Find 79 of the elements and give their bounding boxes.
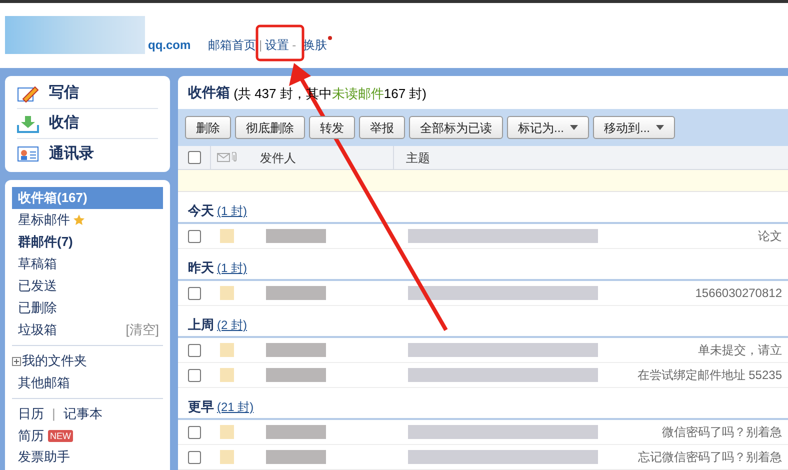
separator: | <box>52 405 56 424</box>
blurred-block <box>266 286 326 300</box>
folder-item[interactable]: 垃圾箱 [清空] <box>12 319 163 341</box>
blurred-block <box>266 450 326 464</box>
contact-card-icon <box>17 145 39 163</box>
column-header[interactable]: 发件人 <box>246 146 394 170</box>
toolbar-button[interactable]: 移动到... <box>593 116 676 140</box>
checkbox[interactable] <box>188 151 200 164</box>
separator: - <box>292 37 296 54</box>
logo-text: qq.com <box>148 37 191 54</box>
action-button[interactable]: 写信 <box>17 79 158 109</box>
blurred-block <box>266 229 326 243</box>
toolbar-button[interactable]: 彻底删除 <box>235 116 305 140</box>
group-title: 上周 <box>188 316 214 334</box>
column-header[interactable]: 主题 <box>394 148 430 167</box>
checkbox[interactable] <box>188 426 200 438</box>
blurred-block <box>220 450 234 464</box>
new-badge: NEW <box>48 430 73 442</box>
blurred-block <box>266 425 326 439</box>
expand-icon[interactable] <box>12 356 21 366</box>
folder-item[interactable]: 草稿箱 <box>12 253 163 275</box>
paperclip-icon <box>232 152 238 164</box>
mail-subject: 单未提交，请立 <box>698 342 783 359</box>
header-link[interactable]: 换肤 <box>303 36 328 54</box>
mail-subject: 1566030270812 <box>695 285 783 302</box>
mail-row[interactable]: 1566030270812 <box>178 281 788 306</box>
mail-row[interactable]: 忘记微信密码了吗？别着急 <box>178 445 788 470</box>
folder-item[interactable]: 其他邮箱 <box>12 372 163 394</box>
mail-subject: 忘记微信密码了吗？别着急 <box>638 449 783 466</box>
group-count-link[interactable]: (2 封) <box>217 316 247 334</box>
pencil-icon <box>17 84 39 102</box>
toolbar-button[interactable]: 删除 <box>185 116 231 140</box>
mail-subject: 在尝试绑定邮件地址 55235 <box>637 367 783 384</box>
blurred-block <box>266 343 326 357</box>
checkbox[interactable] <box>188 450 200 464</box>
folder-item[interactable]: 已删除 <box>12 297 163 319</box>
blurred-block <box>220 368 234 382</box>
mail-subject: 微信密码了吗？别着急 <box>662 424 783 441</box>
folder-item[interactable]: 已发送 <box>12 275 163 297</box>
group-title: 昨天 <box>188 258 214 276</box>
toolbar-button[interactable]: 举报 <box>359 116 405 140</box>
checkbox[interactable] <box>188 368 200 382</box>
envelope-icon <box>217 153 230 162</box>
group-count-link[interactable]: (1 封) <box>217 259 247 277</box>
group-count-link[interactable]: (21 封) <box>217 398 254 416</box>
header-link[interactable]: 邮箱首页 <box>208 36 256 54</box>
annotation-box <box>256 24 304 62</box>
group-count-link[interactable]: (1 封) <box>217 202 247 220</box>
toolbar-button[interactable]: 全部标为已读 <box>409 116 503 140</box>
folder-item[interactable]: 我的文件夹 <box>22 351 87 371</box>
checkbox[interactable] <box>188 286 200 300</box>
group-title: 更早 <box>188 398 214 416</box>
checkbox[interactable] <box>188 230 200 242</box>
group-title: 今天 <box>188 202 214 220</box>
mail-row[interactable]: 微信密码了吗？别着急 <box>178 420 788 445</box>
resume-link[interactable]: 简历 <box>18 426 44 446</box>
toolbar-button[interactable]: 转发 <box>309 116 355 140</box>
blurred-block <box>220 425 234 439</box>
blurred-block <box>266 368 326 382</box>
separator: | <box>259 37 262 54</box>
notes-link[interactable]: 记事本 <box>63 404 102 424</box>
mail-subject: 论文 <box>758 228 783 245</box>
invoice-link[interactable]: 发票助手 <box>12 447 163 467</box>
checkbox[interactable] <box>188 344 200 356</box>
blurred-block <box>220 343 234 357</box>
toolbar-button[interactable]: 标记为... <box>507 116 590 140</box>
folder-item[interactable]: 群邮件(7) <box>12 231 163 253</box>
folder-item[interactable]: 星标邮件 <box>12 209 163 231</box>
action-button[interactable]: 通讯录 <box>17 139 158 169</box>
calendar-link[interactable]: 日历 <box>18 404 44 424</box>
blurred-block <box>220 286 234 300</box>
mail-row[interactable]: 论文 <box>178 224 788 249</box>
mail-row[interactable]: 在尝试绑定邮件地址 55235 <box>178 363 788 388</box>
blurred-block <box>220 229 234 243</box>
download-tray-icon <box>17 114 39 132</box>
header-link[interactable]: 设置 <box>265 36 290 54</box>
action-button[interactable]: 收信 <box>17 109 158 139</box>
empty-trash-link[interactable]: [清空] <box>126 320 159 340</box>
mail-row[interactable]: 单未提交，请立 <box>178 338 788 363</box>
